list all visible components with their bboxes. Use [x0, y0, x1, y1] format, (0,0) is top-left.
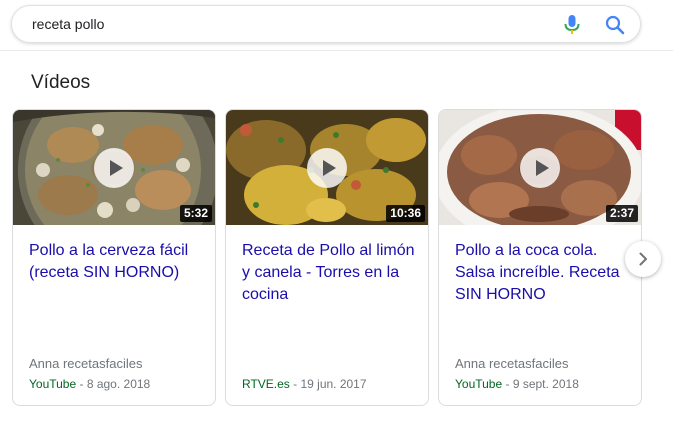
meta-separator: - [289, 377, 301, 391]
search-bar[interactable] [11, 5, 641, 43]
video-meta: YouTube - 8 ago. 2018 [29, 377, 150, 391]
play-button[interactable] [307, 148, 347, 188]
carousel-next-button[interactable] [625, 241, 661, 277]
section-title: Vídeos [31, 72, 91, 93]
video-thumbnail[interactable]: 5:32 [13, 110, 215, 225]
duration-badge: 10:36 [386, 205, 425, 222]
play-button[interactable] [94, 148, 134, 188]
duration-badge: 5:32 [179, 205, 212, 222]
video-date: 9 sept. 2018 [512, 377, 579, 391]
video-source: YouTube [29, 377, 77, 391]
video-title-link[interactable]: Pollo a la cerveza fácil (receta SIN HOR… [29, 240, 205, 284]
play-button[interactable] [520, 148, 560, 188]
video-author: Anna recetasfaciles [455, 356, 569, 371]
video-thumbnail[interactable]: 2:37 [439, 110, 641, 225]
video-card[interactable]: 5:32 Pollo a la cerveza fácil (receta SI… [12, 109, 216, 406]
video-card[interactable]: 10:36 Receta de Pollo al limón y canela … [225, 109, 429, 406]
video-source: YouTube [455, 377, 503, 391]
video-card[interactable]: 2:37 Pollo a la coca cola. Salsa increíb… [438, 109, 642, 406]
video-source: RTVE.es [242, 377, 290, 391]
meta-separator: - [76, 377, 87, 391]
video-meta: YouTube - 9 sept. 2018 [455, 377, 579, 391]
video-title-link[interactable]: Pollo a la coca cola. Salsa increíble. R… [455, 240, 631, 306]
search-input[interactable] [32, 6, 532, 42]
microphone-icon[interactable] [562, 14, 582, 36]
video-meta: RTVE.es - 19 jun. 2017 [242, 377, 367, 391]
chevron-right-icon [639, 252, 647, 266]
video-date: 19 jun. 2017 [300, 377, 367, 391]
video-date: 8 ago. 2018 [86, 377, 151, 391]
search-icon[interactable] [604, 14, 626, 36]
video-author: Anna recetasfaciles [29, 356, 143, 371]
header-divider [0, 50, 673, 51]
video-thumbnail[interactable]: 10:36 [226, 110, 428, 225]
duration-badge: 2:37 [605, 205, 638, 222]
video-title-link[interactable]: Receta de Pollo al limón y canela - Torr… [242, 240, 418, 306]
meta-separator: - [502, 377, 513, 391]
